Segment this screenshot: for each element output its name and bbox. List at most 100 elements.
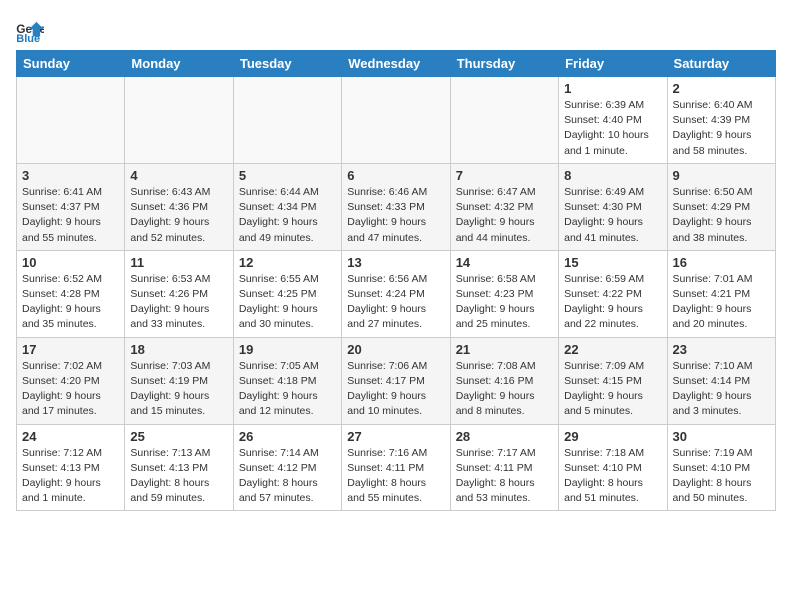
calendar-week-4: 17 Sunrise: 7:02 AM Sunset: 4:20 PM Dayli…	[17, 337, 776, 424]
calendar-week-3: 10Sunrise: 6:52 AM Sunset: 4:28 PM Dayli…	[17, 250, 776, 337]
day-number: 10	[22, 255, 119, 270]
day-info: Sunrise: 7:08 AM Sunset: 4:16 PM Dayligh…	[456, 359, 553, 420]
day-info: Sunrise: 7:14 AM Sunset: 4:12 PM Dayligh…	[239, 446, 336, 507]
day-info: Sunrise: 6:49 AM Sunset: 4:30 PM Dayligh…	[564, 185, 661, 246]
calendar-week-2: 3 Sunrise: 6:41 AM Sunset: 4:37 PM Daylig…	[17, 163, 776, 250]
calendar-cell: 6 Sunrise: 6:46 AM Sunset: 4:33 PM Daylig…	[342, 163, 450, 250]
weekday-header-friday: Friday	[559, 51, 667, 77]
calendar-cell: 12 Sunrise: 6:55 AM Sunset: 4:25 PM Dayli…	[233, 250, 341, 337]
calendar-cell	[17, 77, 125, 164]
calendar-cell: 28 Sunrise: 7:17 AM Sunset: 4:11 PM Dayli…	[450, 424, 558, 511]
calendar-cell	[233, 77, 341, 164]
day-info: Sunrise: 6:59 AM Sunset: 4:22 PM Dayligh…	[564, 272, 661, 333]
calendar-cell: 17 Sunrise: 7:02 AM Sunset: 4:20 PM Dayli…	[17, 337, 125, 424]
calendar-cell: 18 Sunrise: 7:03 AM Sunset: 4:19 PM Dayli…	[125, 337, 233, 424]
calendar-cell: 5 Sunrise: 6:44 AM Sunset: 4:34 PM Daylig…	[233, 163, 341, 250]
day-number: 17	[22, 342, 119, 357]
day-number: 16	[673, 255, 770, 270]
weekday-header-sunday: Sunday	[17, 51, 125, 77]
calendar-cell: 24 Sunrise: 7:12 AM Sunset: 4:13 PM Dayli…	[17, 424, 125, 511]
day-number: 21	[456, 342, 553, 357]
day-info: Sunrise: 6:50 AM Sunset: 4:29 PM Dayligh…	[673, 185, 770, 246]
day-info: Sunrise: 6:41 AM Sunset: 4:37 PM Dayligh…	[22, 185, 119, 246]
weekday-header-monday: Monday	[125, 51, 233, 77]
day-number: 3	[22, 168, 119, 183]
day-info: Sunrise: 6:47 AM Sunset: 4:32 PM Dayligh…	[456, 185, 553, 246]
day-number: 9	[673, 168, 770, 183]
day-info: Sunrise: 6:53 AM Sunset: 4:26 PM Dayligh…	[130, 272, 227, 333]
day-info: Sunrise: 6:40 AM Sunset: 4:39 PM Dayligh…	[673, 98, 770, 159]
day-number: 28	[456, 429, 553, 444]
day-number: 1	[564, 81, 661, 96]
calendar-week-5: 24 Sunrise: 7:12 AM Sunset: 4:13 PM Dayli…	[17, 424, 776, 511]
day-info: Sunrise: 6:58 AM Sunset: 4:23 PM Dayligh…	[456, 272, 553, 333]
day-info: Sunrise: 6:39 AM Sunset: 4:40 PM Dayligh…	[564, 98, 661, 159]
calendar-table: SundayMondayTuesdayWednesdayThursdayFrid…	[16, 50, 776, 511]
calendar-cell: 20Sunrise: 7:06 AM Sunset: 4:17 PM Dayli…	[342, 337, 450, 424]
calendar-cell: 19Sunrise: 7:05 AM Sunset: 4:18 PM Dayli…	[233, 337, 341, 424]
calendar-cell: 14 Sunrise: 6:58 AM Sunset: 4:23 PM Dayli…	[450, 250, 558, 337]
logo-icon: General Blue	[16, 20, 44, 42]
logo: General Blue	[16, 20, 46, 42]
day-info: Sunrise: 6:44 AM Sunset: 4:34 PM Dayligh…	[239, 185, 336, 246]
calendar-cell: 21 Sunrise: 7:08 AM Sunset: 4:16 PM Dayli…	[450, 337, 558, 424]
calendar-cell: 4 Sunrise: 6:43 AM Sunset: 4:36 PM Daylig…	[125, 163, 233, 250]
weekday-header-wednesday: Wednesday	[342, 51, 450, 77]
calendar-cell: 7 Sunrise: 6:47 AM Sunset: 4:32 PM Daylig…	[450, 163, 558, 250]
calendar-cell	[450, 77, 558, 164]
day-number: 23	[673, 342, 770, 357]
day-info: Sunrise: 6:56 AM Sunset: 4:24 PM Dayligh…	[347, 272, 444, 333]
calendar-cell: 29Sunrise: 7:18 AM Sunset: 4:10 PM Dayli…	[559, 424, 667, 511]
day-number: 15	[564, 255, 661, 270]
day-number: 27	[347, 429, 444, 444]
day-info: Sunrise: 7:02 AM Sunset: 4:20 PM Dayligh…	[22, 359, 119, 420]
day-info: Sunrise: 7:19 AM Sunset: 4:10 PM Dayligh…	[673, 446, 770, 507]
day-number: 24	[22, 429, 119, 444]
calendar-cell	[342, 77, 450, 164]
day-number: 18	[130, 342, 227, 357]
calendar-cell: 16 Sunrise: 7:01 AM Sunset: 4:21 PM Dayli…	[667, 250, 775, 337]
weekday-header-thursday: Thursday	[450, 51, 558, 77]
day-number: 6	[347, 168, 444, 183]
day-number: 13	[347, 255, 444, 270]
calendar-cell: 11 Sunrise: 6:53 AM Sunset: 4:26 PM Dayli…	[125, 250, 233, 337]
page-header: General Blue	[16, 16, 776, 42]
day-number: 7	[456, 168, 553, 183]
calendar-cell: 3 Sunrise: 6:41 AM Sunset: 4:37 PM Daylig…	[17, 163, 125, 250]
day-number: 11	[130, 255, 227, 270]
day-number: 26	[239, 429, 336, 444]
day-info: Sunrise: 7:17 AM Sunset: 4:11 PM Dayligh…	[456, 446, 553, 507]
calendar-cell: 13 Sunrise: 6:56 AM Sunset: 4:24 PM Dayli…	[342, 250, 450, 337]
calendar-header-row: SundayMondayTuesdayWednesdayThursdayFrid…	[17, 51, 776, 77]
weekday-header-saturday: Saturday	[667, 51, 775, 77]
day-number: 22	[564, 342, 661, 357]
day-number: 4	[130, 168, 227, 183]
calendar-cell: 10Sunrise: 6:52 AM Sunset: 4:28 PM Dayli…	[17, 250, 125, 337]
day-number: 5	[239, 168, 336, 183]
day-number: 2	[673, 81, 770, 96]
calendar-cell	[125, 77, 233, 164]
day-info: Sunrise: 7:13 AM Sunset: 4:13 PM Dayligh…	[130, 446, 227, 507]
calendar-week-1: 1 Sunrise: 6:39 AM Sunset: 4:40 PM Daylig…	[17, 77, 776, 164]
day-info: Sunrise: 6:46 AM Sunset: 4:33 PM Dayligh…	[347, 185, 444, 246]
day-number: 20	[347, 342, 444, 357]
day-number: 30	[673, 429, 770, 444]
calendar-cell: 1 Sunrise: 6:39 AM Sunset: 4:40 PM Daylig…	[559, 77, 667, 164]
day-info: Sunrise: 6:43 AM Sunset: 4:36 PM Dayligh…	[130, 185, 227, 246]
day-number: 25	[130, 429, 227, 444]
calendar-cell: 15 Sunrise: 6:59 AM Sunset: 4:22 PM Dayli…	[559, 250, 667, 337]
day-info: Sunrise: 7:16 AM Sunset: 4:11 PM Dayligh…	[347, 446, 444, 507]
day-info: Sunrise: 7:01 AM Sunset: 4:21 PM Dayligh…	[673, 272, 770, 333]
day-info: Sunrise: 7:10 AM Sunset: 4:14 PM Dayligh…	[673, 359, 770, 420]
calendar-cell: 9 Sunrise: 6:50 AM Sunset: 4:29 PM Daylig…	[667, 163, 775, 250]
day-number: 14	[456, 255, 553, 270]
day-info: Sunrise: 6:55 AM Sunset: 4:25 PM Dayligh…	[239, 272, 336, 333]
calendar-cell: 23 Sunrise: 7:10 AM Sunset: 4:14 PM Dayli…	[667, 337, 775, 424]
day-number: 12	[239, 255, 336, 270]
weekday-header-tuesday: Tuesday	[233, 51, 341, 77]
day-number: 19	[239, 342, 336, 357]
calendar-cell: 26 Sunrise: 7:14 AM Sunset: 4:12 PM Dayli…	[233, 424, 341, 511]
day-info: Sunrise: 7:03 AM Sunset: 4:19 PM Dayligh…	[130, 359, 227, 420]
calendar-cell: 22Sunrise: 7:09 AM Sunset: 4:15 PM Dayli…	[559, 337, 667, 424]
day-info: Sunrise: 7:12 AM Sunset: 4:13 PM Dayligh…	[22, 446, 119, 507]
